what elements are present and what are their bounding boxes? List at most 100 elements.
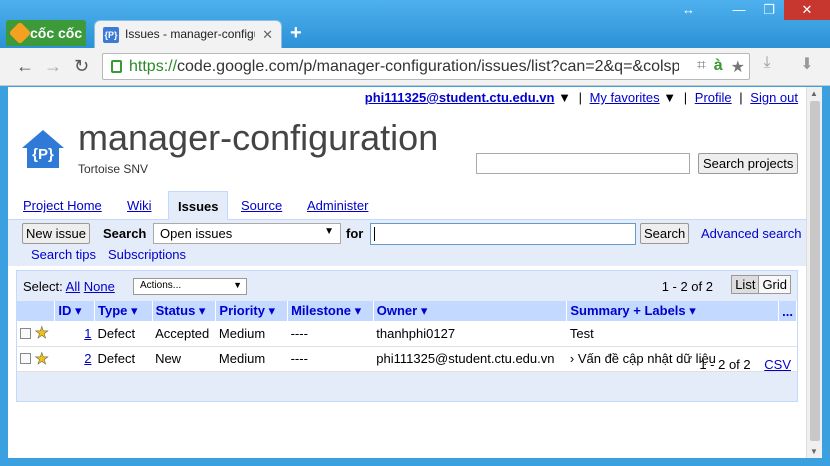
issue-query-input[interactable] [370,223,636,245]
browser-tab[interactable]: {P} Issues - manager-configura ✕ [94,20,282,48]
text-caret [374,227,375,241]
issue-list-panel: Select: All None Actions... ▼ 1 - 2 of 2… [16,270,798,402]
project-subtitle: Tortoise SNV [78,162,149,176]
column-owner[interactable]: Owner ▾ [373,301,568,321]
my-favorites-link[interactable]: My favorites [590,90,660,105]
tab-wiki[interactable]: Wiki [127,198,152,213]
user-bar: phi111325@student.ctu.edu.vn ▼ | My favo… [365,90,798,105]
project-house-logo-icon[interactable]: {P} [20,128,66,170]
address-bar[interactable]: https://code.google.com/p/manager-config… [102,53,750,80]
project-favicon-icon: {P} [103,27,119,43]
lock-icon [111,60,122,73]
issue-priority: Medium [215,321,288,347]
tab-administer[interactable]: Administer [307,198,368,213]
view-toggle: List Grid [731,275,791,294]
favorites-arrow-icon[interactable]: ▼ [663,90,676,105]
star-icon[interactable]: ★ [34,350,49,368]
separator: | [683,90,688,105]
issue-summary[interactable]: Test [566,321,779,347]
table-row[interactable]: ★ 2 Defect New Medium ---- phi111325@stu… [17,346,797,372]
advanced-search-link[interactable]: Advanced search [701,226,801,241]
select-arrow-icon: ▼ [324,226,334,237]
minimize-button[interactable]: — [724,0,754,20]
select-none-link[interactable]: None [84,279,115,294]
omnibox-icons: ⌗ à ★ [697,57,745,77]
translate-icon[interactable]: ⌗ [697,57,706,77]
tab-close-icon[interactable]: ✕ [262,27,273,43]
browser-brand[interactable]: cốc cốc [6,20,86,46]
separator: | [739,90,743,105]
scroll-thumb[interactable] [810,101,820,441]
tab-source[interactable]: Source [241,198,282,213]
back-icon[interactable]: ← [16,56,34,77]
column-priority[interactable]: Priority ▾ [215,301,289,321]
vietnamese-input-icon[interactable]: à [714,57,723,77]
profile-link[interactable]: Profile [695,90,732,105]
row-checkbox[interactable] [20,353,31,364]
subscriptions-link[interactable]: Subscriptions [108,247,186,262]
scroll-up-icon[interactable]: ▲ [810,89,818,98]
column-more[interactable]: ... [778,301,797,321]
brand-label: cốc cốc [30,25,83,41]
scroll-down-icon[interactable]: ▼ [810,447,818,456]
project-title: manager-configuration [78,117,439,158]
search-scope-select[interactable]: Open issues ▼ [153,223,341,244]
list-view-button[interactable]: List [732,276,760,293]
actions-select[interactable]: Actions... ▼ [133,278,247,295]
separator: | [578,90,582,105]
coccoc-logo-icon [8,21,32,45]
row-spacer [778,321,797,347]
select-all-link[interactable]: All [66,279,80,294]
tab-issues[interactable]: Issues [168,191,229,221]
grid-view-button[interactable]: Grid [759,276,790,293]
csv-link[interactable]: CSV [764,357,791,372]
column-milestone[interactable]: Milestone ▾ [287,301,374,321]
column-summary[interactable]: Summary + Labels ▾ [566,301,780,321]
issue-priority: Medium [215,346,288,372]
issue-id-link[interactable]: 2 [84,351,91,366]
resize-icon[interactable]: ↔ [682,2,695,17]
issue-search-bar: New issue Search Open issues ▼ for Searc… [8,220,806,266]
vertical-scrollbar[interactable]: ▲ ▼ [806,87,822,458]
issue-search-button[interactable]: Search [640,223,690,244]
maximize-button[interactable]: ❐ [754,0,784,20]
url-scheme: https:// [129,58,178,75]
download-extension-icon[interactable]: ⤓ [756,54,778,76]
close-window-button[interactable]: ✕ [784,0,830,20]
list-footer: 1 - 2 of 2 CSV [699,353,797,372]
title-bar: cốc cốc {P} Issues - manager-configura ✕… [0,0,830,48]
table-row[interactable]: ★ 1 Defect Accepted Medium ---- thanhphi… [17,321,797,347]
issue-type: Defect [94,346,153,372]
column-id[interactable]: ID ▾ [54,301,95,321]
tab-project-home[interactable]: Project Home [23,198,102,213]
select-label: Select: [23,279,63,294]
sign-out-link[interactable]: Sign out [750,90,798,105]
url-text[interactable]: https://code.google.com/p/manager-config… [129,58,679,76]
reload-icon[interactable]: ↻ [74,56,89,77]
star-icon[interactable]: ★ [34,325,49,343]
forward-icon[interactable]: → [44,56,62,77]
search-scope-value: Open issues [160,226,233,241]
new-tab-button[interactable]: + [290,22,302,45]
page-viewport: phi111325@student.ctu.edu.vn ▼ | My favo… [8,87,806,458]
new-issue-button[interactable]: New issue [22,223,90,244]
search-tips-link[interactable]: Search tips [31,247,96,262]
user-menu-arrow-icon[interactable]: ▼ [558,90,571,105]
downloads-icon[interactable]: ⬇ [796,54,818,76]
search-projects-input[interactable] [476,153,690,174]
pager-text: 1 - 2 of 2 [661,279,713,294]
browser-toolbar: ← → ↻ https://code.google.com/p/manager-… [0,48,830,86]
url-path: code.google.com/p/manager-configuration/… [177,58,679,75]
row-checkbox[interactable] [20,327,31,339]
column-select [17,301,56,321]
search-projects-button[interactable]: Search projects [698,153,799,174]
column-status[interactable]: Status ▾ [152,301,217,321]
issue-owner: phi111325@student.ctu.edu.vn [373,346,567,372]
table-header-row: ID ▾ Type ▾ Status ▾ Priority ▾ Mileston… [17,301,797,321]
select-controls: Select: All None [23,279,115,294]
column-type[interactable]: Type ▾ [94,301,153,321]
user-email-link[interactable]: phi111325@student.ctu.edu.vn [365,90,555,105]
issue-id-link[interactable]: 1 [84,326,91,341]
bookmark-star-icon[interactable]: ★ [731,57,745,77]
tab-title: Issues - manager-configura [125,27,255,41]
